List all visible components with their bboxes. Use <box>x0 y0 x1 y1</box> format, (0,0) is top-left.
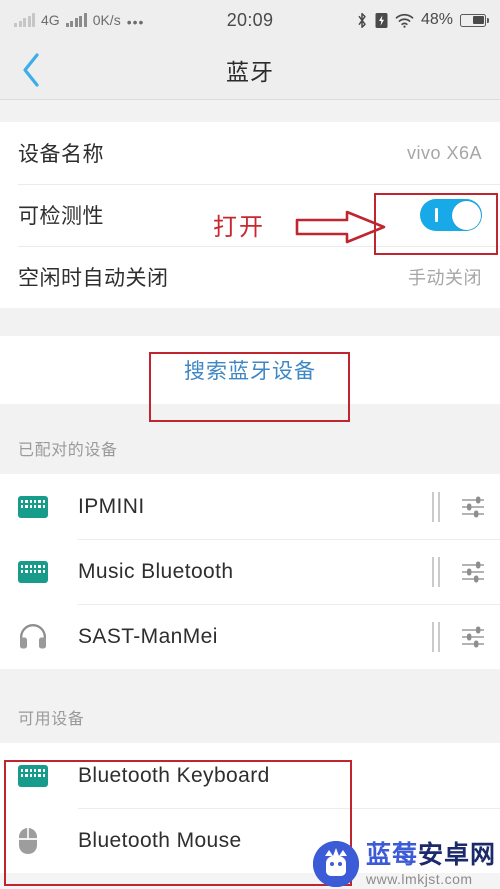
list-item-music-bluetooth[interactable]: Music Bluetooth <box>0 539 500 604</box>
list-item-sast-manmei[interactable]: SAST-ManMei <box>0 604 500 669</box>
arrow-right-outline-icon <box>295 210 386 244</box>
list-item-bluetooth-mouse[interactable]: Bluetooth Mouse <box>0 808 500 873</box>
battery-icon <box>460 13 490 27</box>
spacer-top <box>0 100 500 122</box>
headphones-icon <box>18 623 62 650</box>
detectability-label: 可检测性 <box>18 205 104 228</box>
auto-off-value: 手动关闭 <box>408 268 482 288</box>
device-name-value: vivo X6A <box>406 142 482 163</box>
watermark-url: www.lmkjst.com <box>365 870 473 887</box>
device-name: Bluetooth Keyboard <box>78 763 270 787</box>
row-detectability[interactable]: 可检测性 <box>0 184 500 246</box>
mouse-icon <box>18 827 62 855</box>
status-bar-clock: 20:09 <box>226 9 274 30</box>
page-title: 蓝牙 <box>226 58 274 85</box>
drag-handle-icon <box>432 491 440 522</box>
available-device-list: Bluetooth Keyboard Bluetooth Mouse <box>0 743 500 873</box>
device-name-label: 设备名称 <box>18 143 104 166</box>
spacer-before-available <box>0 669 500 691</box>
row-device-name[interactable]: 设备名称 vivo X6A <box>0 122 500 184</box>
settings-card: 设备名称 vivo X6A 可检测性 空闲时自动关闭 手动关闭 <box>0 122 500 308</box>
search-bluetooth-button[interactable]: 搜索蓝牙设备 <box>0 336 500 404</box>
paired-section-header: 已配对的设备 <box>0 422 500 474</box>
keyboard-icon <box>18 560 62 583</box>
device-name: Music Bluetooth <box>78 559 234 583</box>
sliders-icon[interactable] <box>460 560 486 584</box>
auto-off-label: 空闲时自动关闭 <box>18 267 169 290</box>
row-auto-off[interactable]: 空闲时自动关闭 手动关闭 <box>0 246 500 308</box>
sliders-icon[interactable] <box>460 495 486 519</box>
device-name: Bluetooth Mouse <box>78 828 242 852</box>
list-item-ipmini[interactable]: IPMINI <box>0 474 500 539</box>
row-actions <box>432 556 486 587</box>
drag-handle-icon <box>432 621 440 652</box>
status-bar: 4G 0K/s ••• 20:09 48% <box>0 0 500 40</box>
available-section-header: 可用设备 <box>0 691 500 743</box>
row-actions <box>432 491 486 522</box>
spacer-after-search <box>0 404 500 422</box>
phone-screen: 4G 0K/s ••• 20:09 48% 蓝牙 设备名称 vivo X6A 可… <box>0 0 500 889</box>
spacer-mid <box>0 308 500 336</box>
keyboard-icon <box>18 764 62 787</box>
device-name: SAST-ManMei <box>78 624 218 648</box>
drag-handle-icon <box>432 556 440 587</box>
keyboard-icon <box>18 495 62 518</box>
search-bluetooth-label: 搜索蓝牙设备 <box>184 360 316 383</box>
list-item-bluetooth-keyboard[interactable]: Bluetooth Keyboard <box>0 743 500 808</box>
toggle-knob <box>451 200 481 230</box>
device-name: IPMINI <box>78 494 145 518</box>
toggle-tick-icon <box>435 208 438 222</box>
paired-device-list: IPMINI Music Bluetooth SAST-ManMei <box>0 474 500 669</box>
sliders-icon[interactable] <box>460 625 486 649</box>
detectability-toggle[interactable] <box>420 199 482 231</box>
row-actions <box>432 621 486 652</box>
nav-bar: 蓝牙 <box>0 40 500 100</box>
